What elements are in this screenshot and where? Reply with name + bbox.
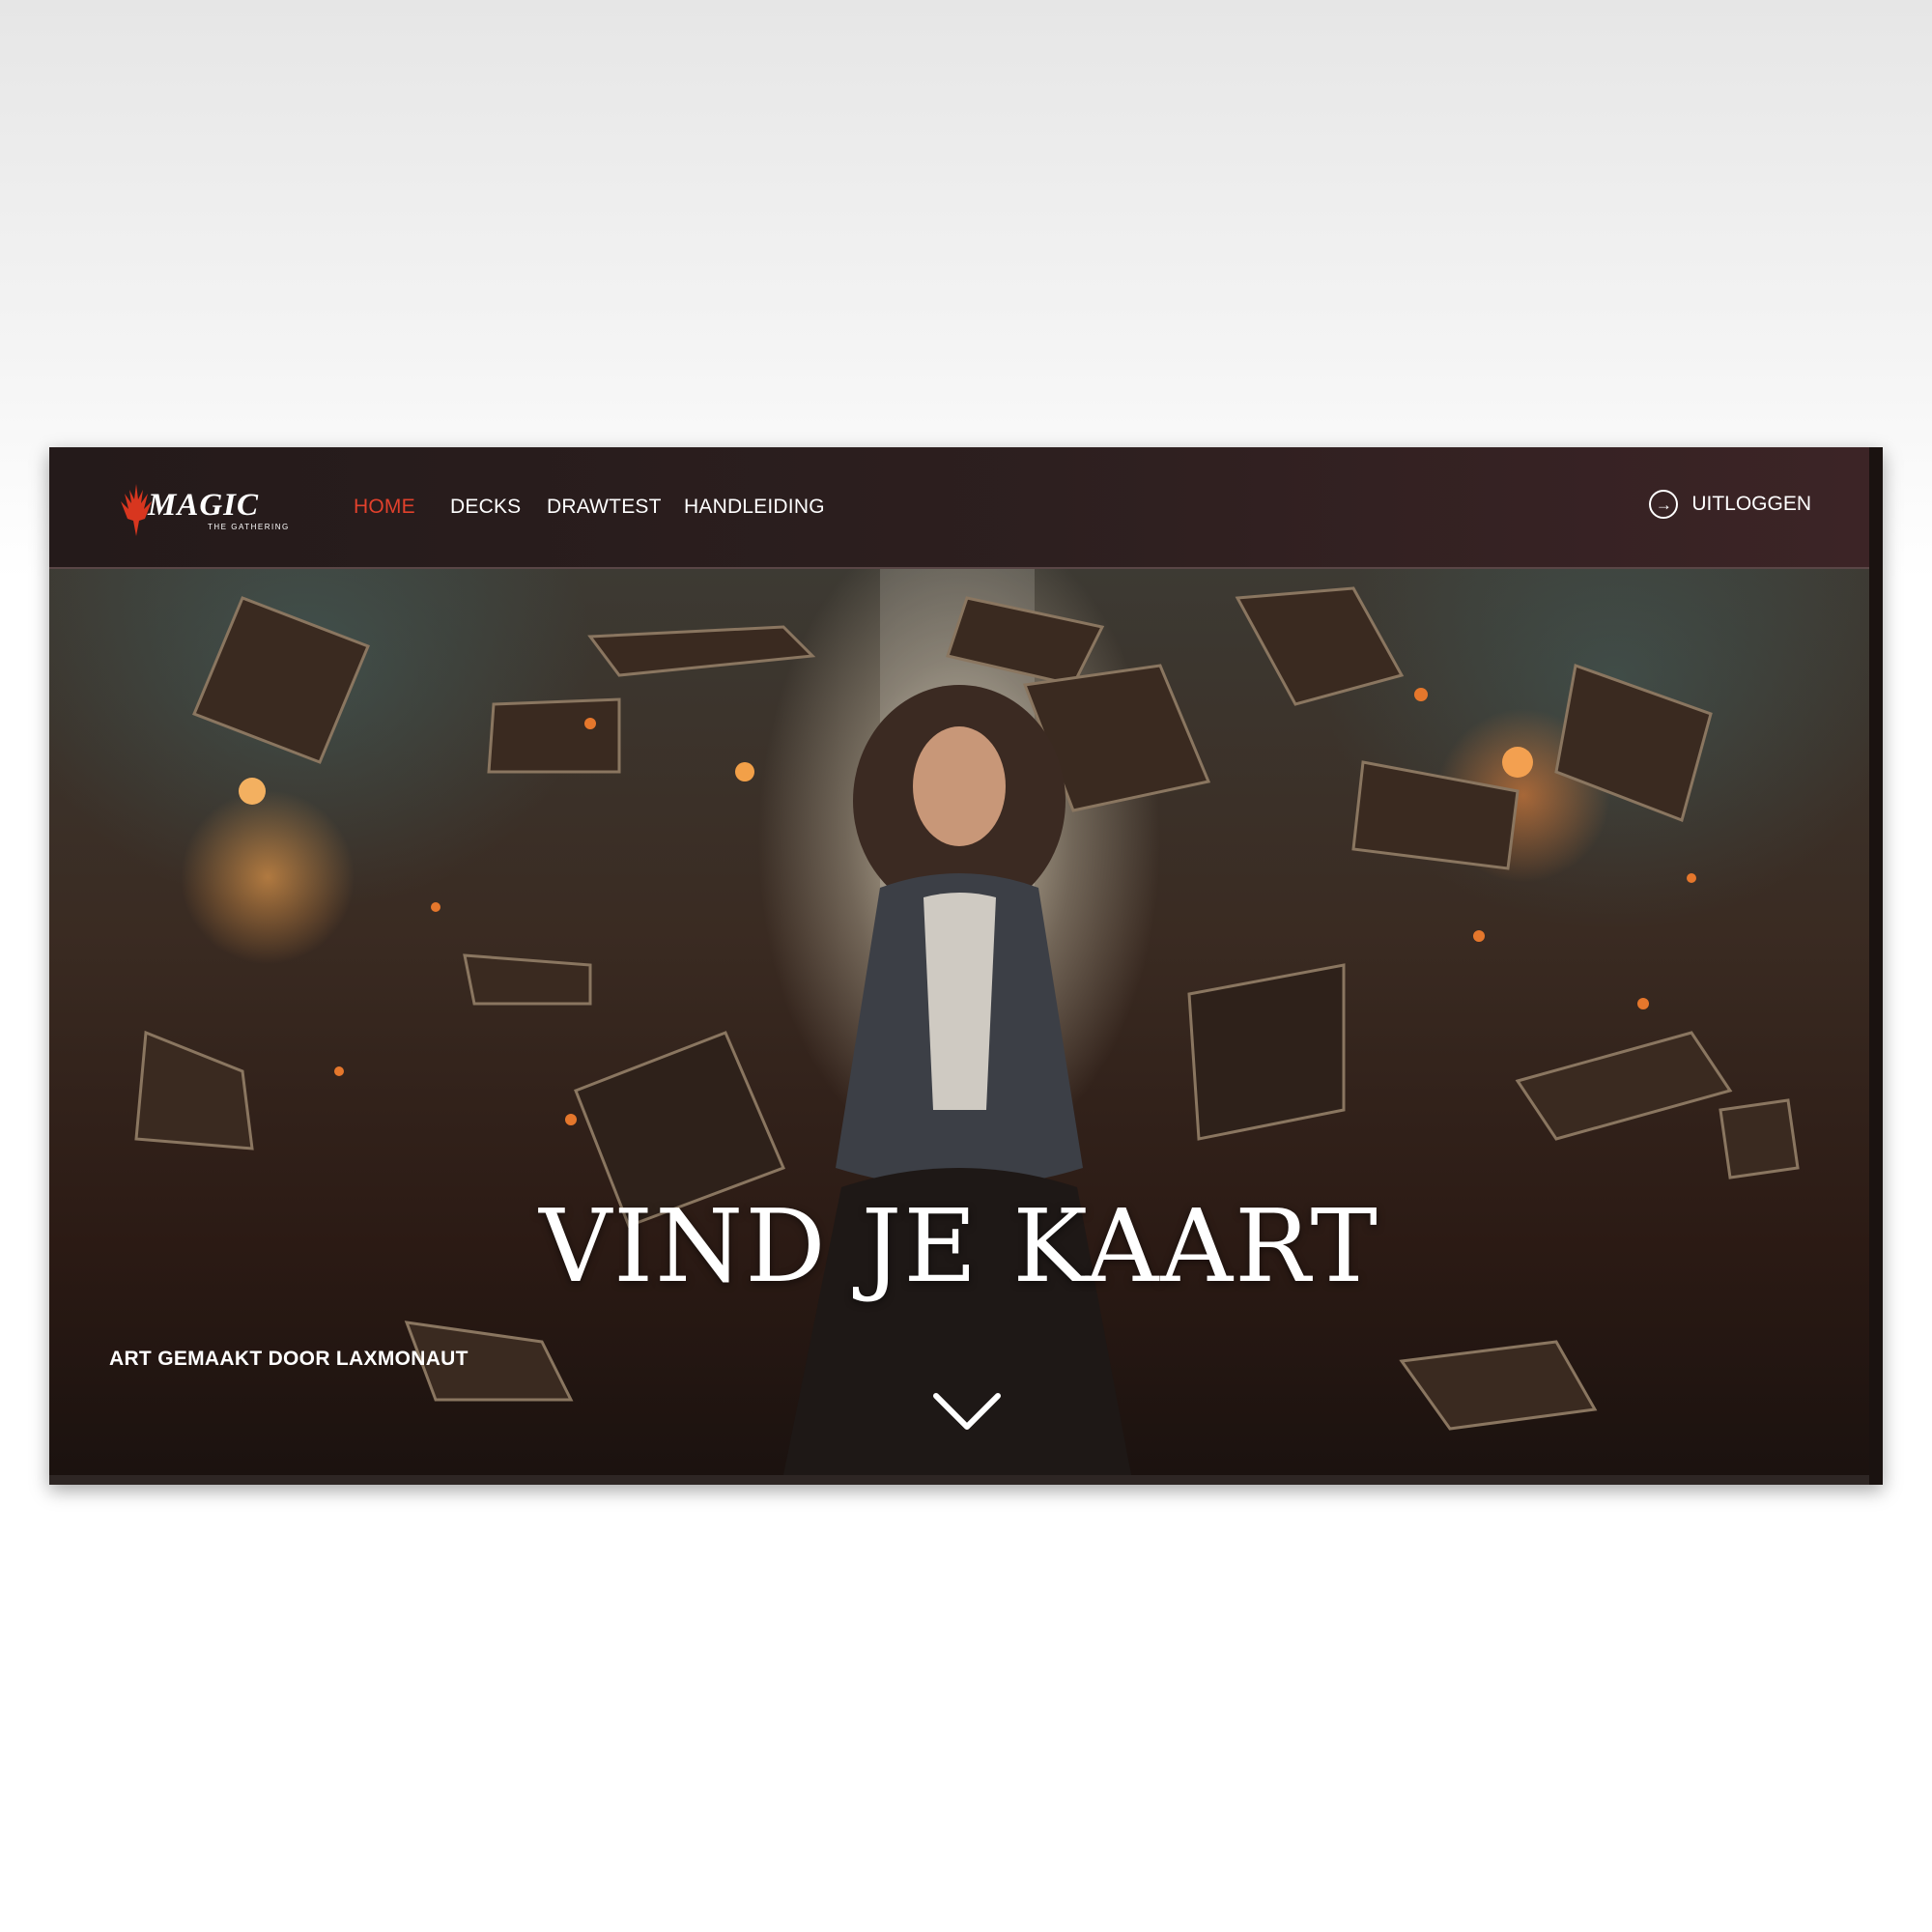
top-navbar: MAGIC THE GATHERING HOME DECKS DRAWTEST … [49, 447, 1869, 569]
magic-logo[interactable]: MAGIC THE GATHERING [113, 482, 297, 538]
arrow-right-circle-icon: → [1649, 490, 1679, 519]
nav-handleiding[interactable]: HANDLEIDING [684, 496, 825, 519]
hero-banner: VIND JE KAART ART GEMAAKT DOOR LAXMONAUT [49, 569, 1869, 1475]
hero-title: VIND JE KAART [539, 1187, 1379, 1305]
logo-tagline: THE GATHERING [208, 523, 290, 531]
logout-button[interactable]: → UITLOGGEN [1649, 488, 1811, 521]
nav-drawtest[interactable]: DRAWTEST [547, 496, 662, 519]
logout-label: UITLOGGEN [1691, 493, 1811, 515]
nav-home[interactable]: HOME [354, 496, 415, 519]
hero-illustration [134, 569, 1800, 1475]
browser-window: MAGIC THE GATHERING HOME DECKS DRAWTEST … [49, 447, 1883, 1485]
window-edge [1869, 447, 1883, 1485]
nav-decks[interactable]: DECKS [450, 496, 521, 519]
chevron-down-icon[interactable] [930, 1388, 1004, 1435]
hero-bottom-border [49, 1475, 1869, 1485]
art-credit: ART GEMAAKT DOOR LAXMONAUT [109, 1348, 469, 1370]
logo-wordmark: MAGIC [148, 488, 260, 523]
